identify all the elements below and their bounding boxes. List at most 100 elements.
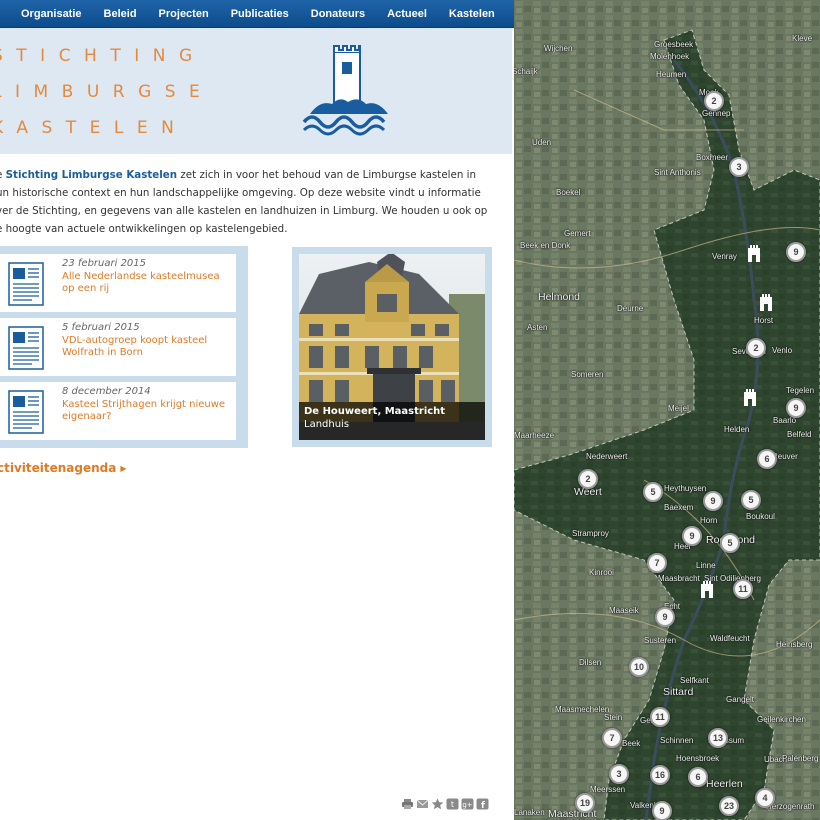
map-label: Someren	[571, 370, 604, 379]
castle-name: De Houweert, Maastricht	[304, 406, 446, 417]
map-label: Meerssen	[590, 785, 626, 794]
site-header: STICHTING LIMBURGSE KASTELEN	[0, 28, 512, 154]
nav-item-actueel[interactable]: Actueel	[376, 0, 438, 28]
castle-marker-icon[interactable]	[759, 293, 773, 311]
map-label: Helmond	[538, 291, 581, 303]
castle-cluster-marker[interactable]: 11	[650, 707, 670, 727]
castle-cluster-marker[interactable]: 2	[578, 469, 598, 489]
map-label: Maarheeze	[514, 431, 555, 440]
castle-cluster-marker[interactable]: 11	[733, 579, 753, 599]
email-icon[interactable]	[416, 798, 429, 810]
news-item[interactable]: 8 december 2014 Kasteel Strijthagen krij…	[0, 382, 236, 440]
news-item[interactable]: 23 februari 2015 Alle Nederlandse kastee…	[0, 254, 236, 312]
castle-marker-icon[interactable]	[747, 244, 761, 262]
map-label: Waldfeucht	[710, 634, 750, 643]
featured-castle[interactable]: De Houweert, Maastricht Landhuis	[292, 247, 492, 447]
svg-text:t: t	[451, 800, 454, 809]
news-title[interactable]: Kasteel Strijthagen krijgt nieuwe eigena…	[62, 399, 230, 423]
castle-type: Landhuis	[304, 419, 350, 430]
wordmark-line-3: KASTELEN	[0, 118, 188, 138]
news-title[interactable]: VDL-autogroep koopt kasteel Wolfrath in …	[62, 335, 230, 359]
castle-cluster-marker[interactable]: 9	[786, 242, 806, 262]
nav-item-organisatie[interactable]: Organisatie	[10, 0, 93, 28]
facebook-icon[interactable]: f	[476, 798, 489, 810]
castle-cluster-marker[interactable]: 13	[708, 728, 728, 748]
map-label: Belfeld	[787, 430, 812, 439]
news-item[interactable]: 5 februari 2015 VDL-autogroep koopt kast…	[0, 318, 236, 376]
map-label: Palenberg	[782, 754, 819, 763]
map-label: Geilenkirchen	[757, 715, 806, 724]
map-label: Gemert	[564, 229, 591, 238]
castle-marker-icon[interactable]	[700, 580, 714, 598]
castle-logo[interactable]	[300, 44, 396, 136]
castle-cluster-marker[interactable]: 16	[650, 765, 670, 785]
map-label: Selfkant	[680, 676, 709, 685]
castle-cluster-marker[interactable]: 9	[703, 491, 723, 511]
castle-cluster-marker[interactable]: 3	[609, 764, 629, 784]
castle-cluster-marker[interactable]: 5	[643, 482, 663, 502]
nav-item-kastelen[interactable]: Kastelen	[438, 0, 506, 28]
castle-cluster-marker[interactable]: 5	[741, 490, 761, 510]
castle-cluster-marker[interactable]: 19	[575, 793, 595, 813]
castle-cluster-marker[interactable]: 5	[720, 533, 740, 553]
map-label: Horn	[700, 516, 718, 525]
castle-cluster-marker[interactable]: 23	[719, 796, 739, 816]
castle-marker-icon[interactable]	[743, 388, 757, 406]
map-label: Schinnen	[660, 736, 694, 745]
map-label: Heumen	[656, 70, 687, 79]
castle-cluster-marker[interactable]: 9	[652, 801, 672, 820]
map-label: Boekel	[556, 188, 581, 197]
agenda-link[interactable]: ctiviteitenagenda ▶	[0, 461, 127, 475]
intro-line: ver de Stichting, en gegevens van alle k…	[0, 205, 488, 217]
castle-cluster-marker[interactable]: 4	[755, 788, 775, 808]
document-icon	[8, 390, 44, 434]
castle-caption[interactable]: De Houweert, Maastricht Landhuis	[299, 402, 485, 440]
map-label: Venlo	[772, 346, 793, 355]
castle-cluster-marker[interactable]: 9	[786, 398, 806, 418]
map-label: Stein	[604, 713, 623, 722]
castle-cluster-marker[interactable]: 6	[757, 449, 777, 469]
castle-cluster-marker[interactable]: 6	[688, 767, 708, 787]
castle-cluster-marker[interactable]: 7	[647, 553, 667, 573]
org-name-link[interactable]: Stichting Limburgse Kastelen	[6, 169, 178, 181]
castle-cluster-marker[interactable]: 7	[602, 728, 622, 748]
map-label: Schaijk	[514, 67, 538, 76]
map-label: Meijel	[668, 404, 689, 413]
print-icon[interactable]	[401, 798, 414, 810]
twitter-icon[interactable]: t	[446, 798, 459, 810]
castle-cluster-marker[interactable]: 2	[704, 91, 724, 111]
map-label: Deurne	[617, 304, 644, 313]
castle-cluster-marker[interactable]: 9	[655, 607, 675, 627]
nav-item-beleid[interactable]: Beleid	[93, 0, 148, 28]
news-title[interactable]: Alle Nederlandse kasteelmusea op een rij	[62, 271, 230, 295]
svg-text:f: f	[481, 801, 485, 810]
news-date: 23 februari 2015	[62, 258, 147, 269]
document-icon	[8, 262, 44, 306]
map-label: Gangelt	[726, 695, 755, 704]
map-label: Stramproy	[572, 529, 609, 538]
map-label: Heinsberg	[776, 640, 813, 649]
castle-cluster-marker[interactable]: 9	[682, 526, 702, 546]
castle-cluster-marker[interactable]: 2	[746, 338, 766, 358]
map-label: Lanaken	[514, 808, 545, 817]
map-label: Horst	[754, 316, 774, 325]
nav-item-publicaties[interactable]: Publicaties	[220, 0, 300, 28]
castle-cluster-marker[interactable]: 3	[729, 157, 749, 177]
wordmark-line-2: LIMBURGSE	[0, 82, 214, 102]
map-label: Tegelen	[786, 386, 815, 395]
news-date: 8 december 2014	[62, 386, 151, 397]
google-plus-icon[interactable]: g+	[461, 798, 474, 810]
map-label: Beek	[622, 739, 641, 748]
map-label: Baexem	[664, 503, 694, 512]
nav-item-projecten[interactable]: Projecten	[148, 0, 220, 28]
favorite-icon[interactable]	[431, 798, 444, 810]
map-label: Maasmechelen	[555, 705, 610, 714]
map-label: Dilsen	[579, 658, 602, 667]
castle-cluster-marker[interactable]: 10	[629, 657, 649, 677]
map-label: Venray	[712, 252, 737, 261]
wordmark-line-1: STICHTING	[0, 46, 206, 66]
map-label: Sint Anthonis	[654, 168, 701, 177]
castle-map[interactable]: Groesbeek Mook Gennep Molenhoek Wijchen …	[514, 0, 820, 820]
map-label: Kleve	[792, 34, 813, 43]
nav-item-donateurs[interactable]: Donateurs	[300, 0, 376, 28]
